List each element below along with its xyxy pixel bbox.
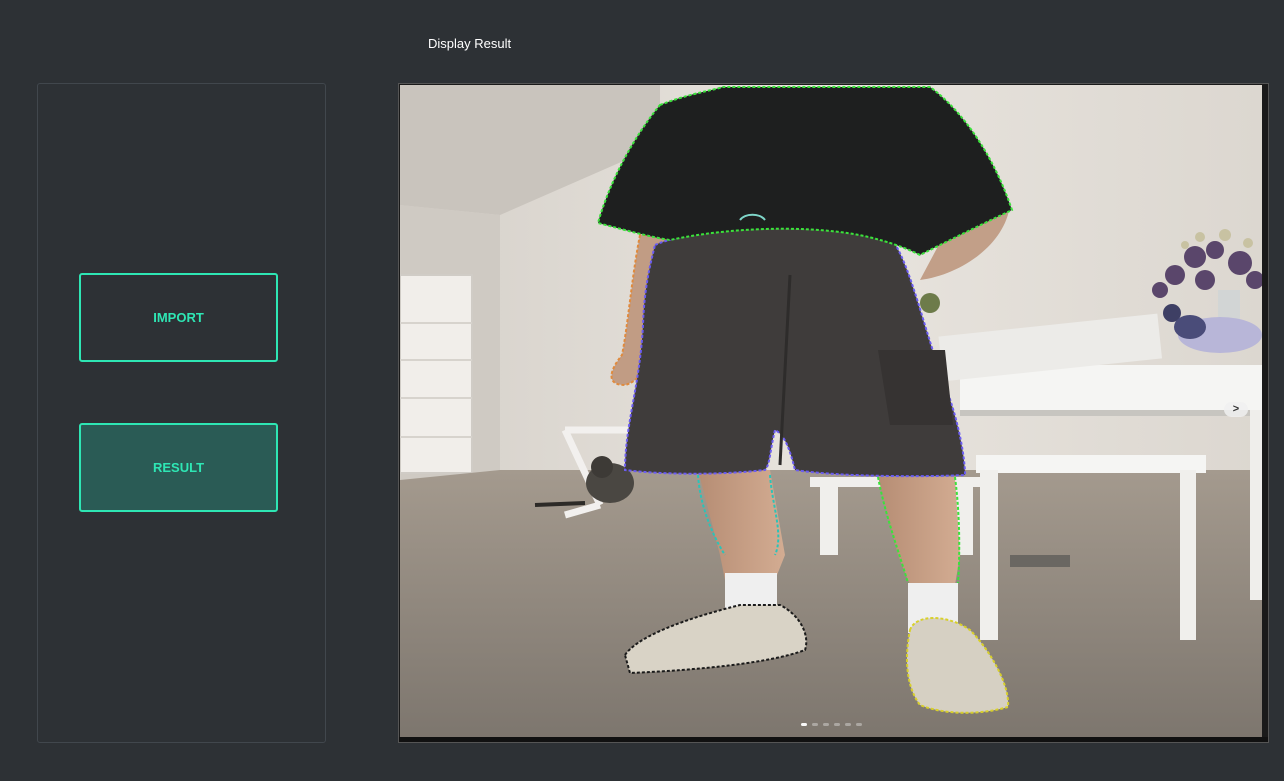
carousel-dot[interactable] [834,723,840,726]
control-panel: IMPORT RESULT [37,83,326,743]
result-button[interactable]: RESULT [79,423,278,512]
viewer-bottom-edge [399,737,1268,742]
display-result-title: Display Result [428,36,512,51]
app-window: Display Result IMPORT RESULT > [0,0,1284,781]
carousel-dots [801,723,862,726]
import-button[interactable]: IMPORT [79,273,278,362]
carousel-dot[interactable] [845,723,851,726]
next-slide-button[interactable]: > [1224,402,1248,417]
carousel-dot[interactable] [812,723,818,726]
carousel-dot[interactable] [823,723,829,726]
result-image-viewer [398,83,1269,743]
segmented-result-image [400,85,1262,738]
carousel-dot[interactable] [801,723,807,726]
carousel-dot[interactable] [856,723,862,726]
